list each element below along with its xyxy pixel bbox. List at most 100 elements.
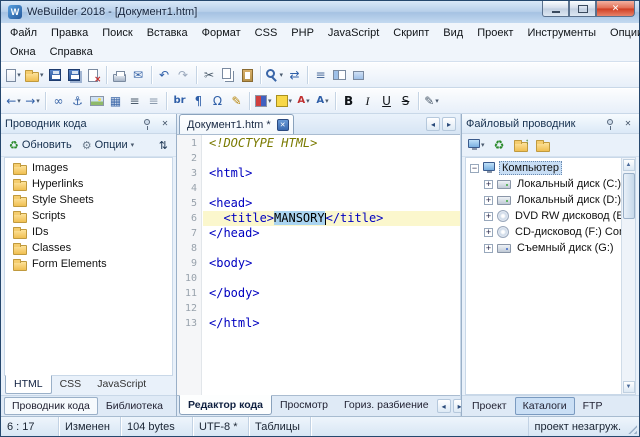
highlight-color-button[interactable]: ▾ [274,90,295,112]
document-tab[interactable]: Документ1.htm *✕ [179,114,294,134]
fullscreen-button[interactable] [349,64,368,86]
menu-item-javascript[interactable]: JavaScript [321,25,386,41]
close-document-button[interactable] [84,64,103,86]
expand-icon[interactable]: + [484,196,493,205]
menu-item-скрипт[interactable]: Скрипт [386,25,436,41]
drives-button[interactable]: ▾ [466,134,487,156]
pin-button[interactable] [140,117,154,131]
folder-item-form-elements[interactable]: Form Elements [5,256,172,272]
minimize-button[interactable] [542,1,569,17]
expand-icon[interactable]: + [484,244,493,253]
menu-item-правка[interactable]: Правка [44,25,95,41]
pin-button[interactable] [603,117,617,131]
menu-item-поиск[interactable]: Поиск [95,25,139,41]
italic-button[interactable]: I [358,90,377,112]
folder-item-ids[interactable]: IDs [5,224,172,240]
open-file-button[interactable]: ▾ [23,64,46,86]
panels-toggle-button[interactable] [330,64,349,86]
code-line[interactable]: 10 [177,271,460,286]
scroll-up-button[interactable]: ▲ [623,159,635,171]
ordered-list-button[interactable]: ≡ [125,90,144,112]
nav-forward-button[interactable]: →▾ [23,90,42,112]
code-line[interactable]: 6 <title>MANSORY</title> [177,211,460,226]
panel-tab-проводник-кода[interactable]: Проводник кода [4,397,98,415]
undo-button[interactable]: ↶ [155,64,174,86]
email-button[interactable]: ✉ [129,64,148,86]
code-area[interactable]: 1<!DOCTYPE HTML>23<html>45<head>6 <title… [177,135,460,395]
folder-item-classes[interactable]: Classes [5,240,172,256]
resize-grip[interactable] [625,417,639,436]
menu-item-css[interactable]: CSS [248,25,285,41]
font-color-button[interactable]: A▾ [294,90,313,112]
collapse-icon[interactable]: − [470,164,479,173]
strikethrough-button[interactable]: S [396,90,415,112]
code-explorer-toggle-button[interactable]: ≡ [311,64,330,86]
scroll-left-button[interactable]: ◂ [437,399,451,413]
insert-image-button[interactable] [87,90,106,112]
bold-button[interactable]: B [339,90,358,112]
tree-item-локальный-диск-d[interactable]: +Локальный диск (D:) [466,192,621,208]
new-folder-button[interactable] [534,134,553,156]
close-button[interactable] [596,1,635,17]
title-bar[interactable]: W WeBuilder 2018 - [Документ1.htm] [1,1,639,23]
close-panel-button[interactable]: ✕ [621,117,635,131]
code-line[interactable]: 8 [177,241,460,256]
code-line[interactable]: 4 [177,181,460,196]
view-tab-гориз-разбиение[interactable]: Гориз. разбиение [336,396,437,414]
code-line[interactable]: 7</head> [177,226,460,241]
folder-item-hyperlinks[interactable]: Hyperlinks [5,176,172,192]
close-panel-button[interactable]: ✕ [158,117,172,131]
menu-item-проект[interactable]: Проект [470,25,520,41]
lang-tab-html[interactable]: HTML [5,375,52,394]
unordered-list-button[interactable]: ≡ [144,90,163,112]
menu-item-формат[interactable]: Формат [195,25,248,41]
code-line[interactable]: 3<html> [177,166,460,181]
redo-button[interactable]: ↷ [174,64,193,86]
code-line[interactable]: 2 [177,151,460,166]
expand-icon[interactable]: + [484,180,493,189]
color-picker-button[interactable]: ▾ [253,90,274,112]
copy-button[interactable] [219,64,238,86]
view-tab-просмотр[interactable]: Просмотр [272,396,336,414]
code-line[interactable]: 13</html> [177,316,460,331]
explorer-tab-ftp[interactable]: FTP [576,398,610,414]
save-button[interactable] [46,64,65,86]
scroll-tabs-left-button[interactable]: ◂ [426,117,440,131]
tree-item-съемный-диск-g[interactable]: +Съемный диск (G:) [466,240,621,256]
explorer-tab-каталоги[interactable]: Каталоги [515,397,575,415]
folder-item-style-sheets[interactable]: Style Sheets [5,192,172,208]
menu-item-опции[interactable]: Опции [603,25,640,41]
sort-button[interactable]: ⇅ [155,138,172,153]
up-directory-button[interactable] [512,134,531,156]
insert-special-char-button[interactable]: Ω [208,90,227,112]
view-tab-редактор-кода[interactable]: Редактор кода [179,395,272,415]
nav-back-button[interactable]: ←▾ [4,90,23,112]
underline-button[interactable]: U [377,90,396,112]
menu-item-окна[interactable]: Окна [3,44,43,60]
menu-item-вставка[interactable]: Вставка [140,25,195,41]
maximize-button[interactable] [569,1,596,17]
insert-link-button[interactable]: ∞ [49,90,68,112]
menu-item-php[interactable]: PHP [284,25,321,41]
menu-item-файл[interactable]: Файл [3,25,44,41]
code-line[interactable]: 9<body> [177,256,460,271]
explorer-tab-проект[interactable]: Проект [465,398,514,414]
scrollbar-thumb[interactable] [623,173,635,219]
panel-tab-библиотека[interactable]: Библиотека [99,398,170,414]
code-line[interactable]: 12 [177,301,460,316]
folder-item-scripts[interactable]: Scripts [5,208,172,224]
lang-tab-javascript[interactable]: JavaScript [89,376,154,393]
save-all-button[interactable] [65,64,84,86]
replace-button[interactable]: ⇄ [285,64,304,86]
insert-table-button[interactable]: ▦ [106,90,125,112]
code-line[interactable]: 5<head> [177,196,460,211]
menu-item-справка[interactable]: Справка [43,44,100,60]
lang-tab-css[interactable]: CSS [52,376,90,393]
menu-item-инструменты[interactable]: Инструменты [520,25,603,41]
insert-comment-button[interactable]: ✎ [227,90,246,112]
tree-item-cd-дисковод-f-connect-mana[interactable]: +CD-дисковод (F:) Connect Mana [466,224,621,240]
code-line[interactable]: 11</body> [177,286,460,301]
tree-item-компьютер[interactable]: −Компьютер [466,160,621,176]
paste-button[interactable] [238,64,257,86]
expand-icon[interactable]: + [484,212,493,221]
